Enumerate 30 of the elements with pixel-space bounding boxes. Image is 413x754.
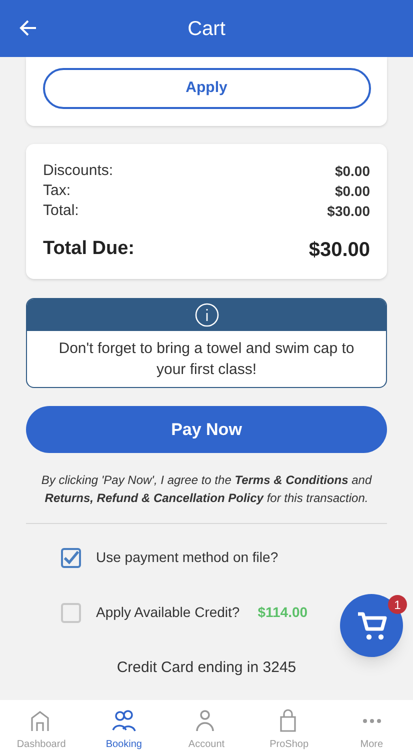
nav-tab[interactable]: ProShop: [248, 700, 330, 754]
nav-tab[interactable]: More: [330, 700, 413, 754]
summary-value: $0.00: [334, 182, 370, 201]
nav-tab[interactable]: Account: [165, 700, 248, 754]
apply-button[interactable]: Apply: [42, 68, 370, 109]
back-arrow-icon[interactable]: [19, 19, 37, 37]
option-label: Apply Available Credit?: [96, 603, 240, 622]
total-due-label: Total Due:: [43, 237, 134, 261]
terms-text: By clicking 'Pay Now', I agree to the Terms & Conditions and Returns, Refund & Cancellation Policy for this transaction.: [40, 472, 373, 507]
pay-now-button[interactable]: Pay Now: [26, 406, 387, 453]
summary-label: Tax:: [43, 181, 71, 201]
cart-count-badge: 1: [388, 595, 407, 614]
info-icon: [194, 303, 218, 327]
more-icon: [360, 719, 383, 723]
summary-value: $30.00: [327, 202, 370, 221]
checkbox[interactable]: [61, 548, 81, 568]
nav-tab[interactable]: Dashboard: [0, 700, 83, 754]
option-label: Use payment method on file?: [96, 548, 278, 567]
summary-value: $0.00: [334, 162, 370, 181]
card-info-text: Credit Card ending in 3245: [116, 658, 298, 678]
notice-text: Don't forget to bring a towel and swim cap to your first class!: [58, 339, 356, 380]
checkbox[interactable]: [61, 602, 81, 622]
people-icon: [112, 709, 136, 733]
summary-label: Total:: [43, 201, 79, 221]
credit-amount: $114.00: [258, 603, 308, 622]
summary-label: Discounts:: [43, 161, 114, 181]
nav-tab[interactable]: Booking: [82, 700, 166, 754]
cart-icon: [356, 610, 388, 642]
total-due-value: $30.00: [308, 238, 370, 263]
page-title: Cart: [188, 16, 226, 42]
